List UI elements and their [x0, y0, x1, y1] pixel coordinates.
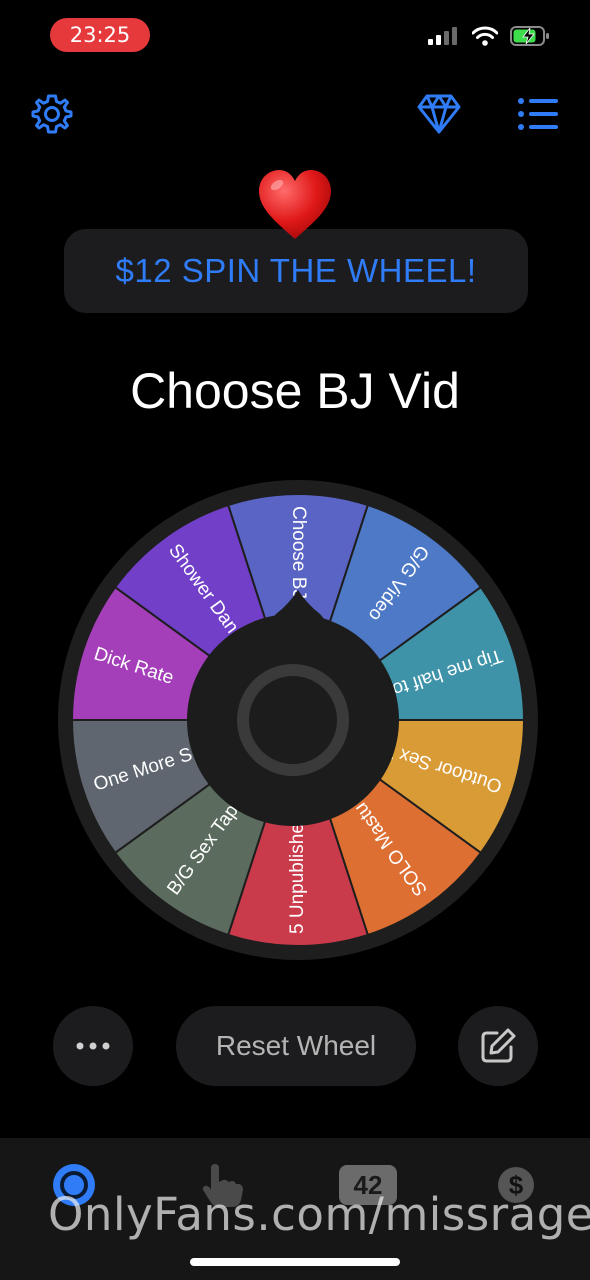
reset-wheel-button[interactable]: Reset Wheel	[176, 1006, 416, 1086]
banner-text: $12 SPIN THE WHEEL!	[115, 252, 477, 289]
wifi-icon	[472, 26, 498, 46]
spin-wheel[interactable]: Choose BJ Vid G/G VideoTip me half to try…	[58, 480, 538, 960]
home-indicator	[190, 1258, 400, 1266]
edit-icon	[481, 1028, 516, 1063]
list-icon[interactable]	[514, 90, 562, 138]
status-icons	[428, 24, 550, 48]
watermark: OnlyFans.com/missrager	[48, 1188, 590, 1241]
wheel-title: Choose BJ Vid	[130, 363, 460, 419]
reset-wheel-label: Reset Wheel	[215, 1030, 377, 1061]
status-time: 23:25	[50, 18, 150, 52]
gear-icon[interactable]	[28, 90, 76, 138]
cellular-icon	[428, 27, 457, 45]
wheel-hub[interactable]	[187, 614, 399, 826]
more-icon	[76, 1042, 110, 1050]
diamond-icon[interactable]	[415, 90, 463, 138]
edit-button[interactable]	[458, 1006, 538, 1086]
more-button[interactable]	[53, 1006, 133, 1086]
heart-icon	[255, 165, 335, 245]
battery-charging-icon	[510, 26, 549, 46]
